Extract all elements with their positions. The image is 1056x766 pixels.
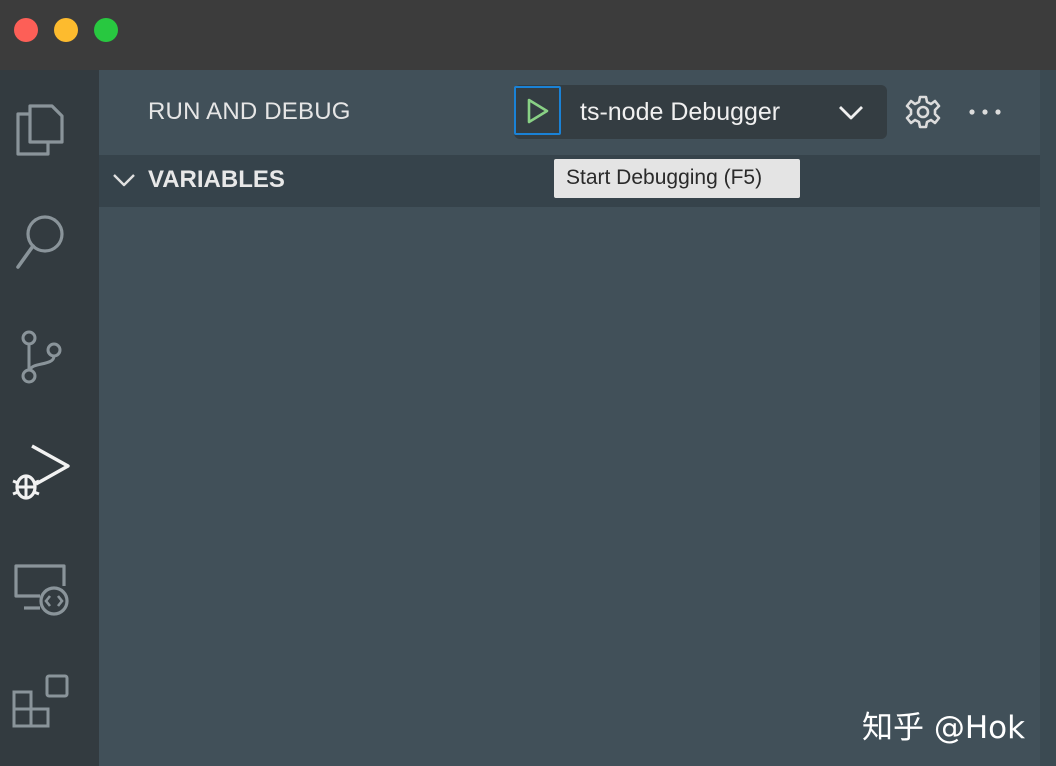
explorer-activity-item[interactable]	[10, 96, 72, 158]
remote-explorer-activity-item[interactable]	[10, 556, 72, 618]
watermark: 知乎 @Hok	[862, 710, 1026, 746]
sidebar-title: RUN AND DEBUG	[148, 98, 351, 125]
scrollbar-track[interactable]	[1040, 70, 1056, 766]
source-control-icon	[21, 330, 62, 384]
chevron-down-icon[interactable]	[836, 100, 866, 129]
remote-explorer-icon	[14, 564, 69, 616]
more-actions-icon[interactable]	[968, 100, 1002, 129]
chevron-down-icon[interactable]	[112, 170, 136, 195]
variables-section-title: VARIABLES	[148, 166, 285, 193]
activity-bar	[0, 70, 99, 766]
start-debugging-button[interactable]	[514, 86, 561, 135]
title-bar	[0, 0, 1056, 70]
extensions-icon	[12, 674, 69, 728]
extensions-activity-item[interactable]	[10, 670, 72, 732]
search-activity-item[interactable]	[10, 210, 72, 272]
run-debug-icon	[12, 444, 70, 500]
files-icon	[16, 104, 64, 156]
gear-icon[interactable]	[904, 93, 942, 136]
minimize-window-button[interactable]	[54, 18, 78, 42]
start-debugging-tooltip: Start Debugging (F5)	[554, 159, 800, 198]
source-control-activity-item[interactable]	[10, 324, 72, 386]
run-and-debug-activity-item[interactable]	[10, 440, 72, 502]
close-window-button[interactable]	[14, 18, 38, 42]
play-icon	[527, 98, 549, 124]
maximize-window-button[interactable]	[94, 18, 118, 42]
debug-configuration-select[interactable]: ts-node Debugger	[580, 98, 780, 127]
search-icon	[16, 215, 64, 269]
